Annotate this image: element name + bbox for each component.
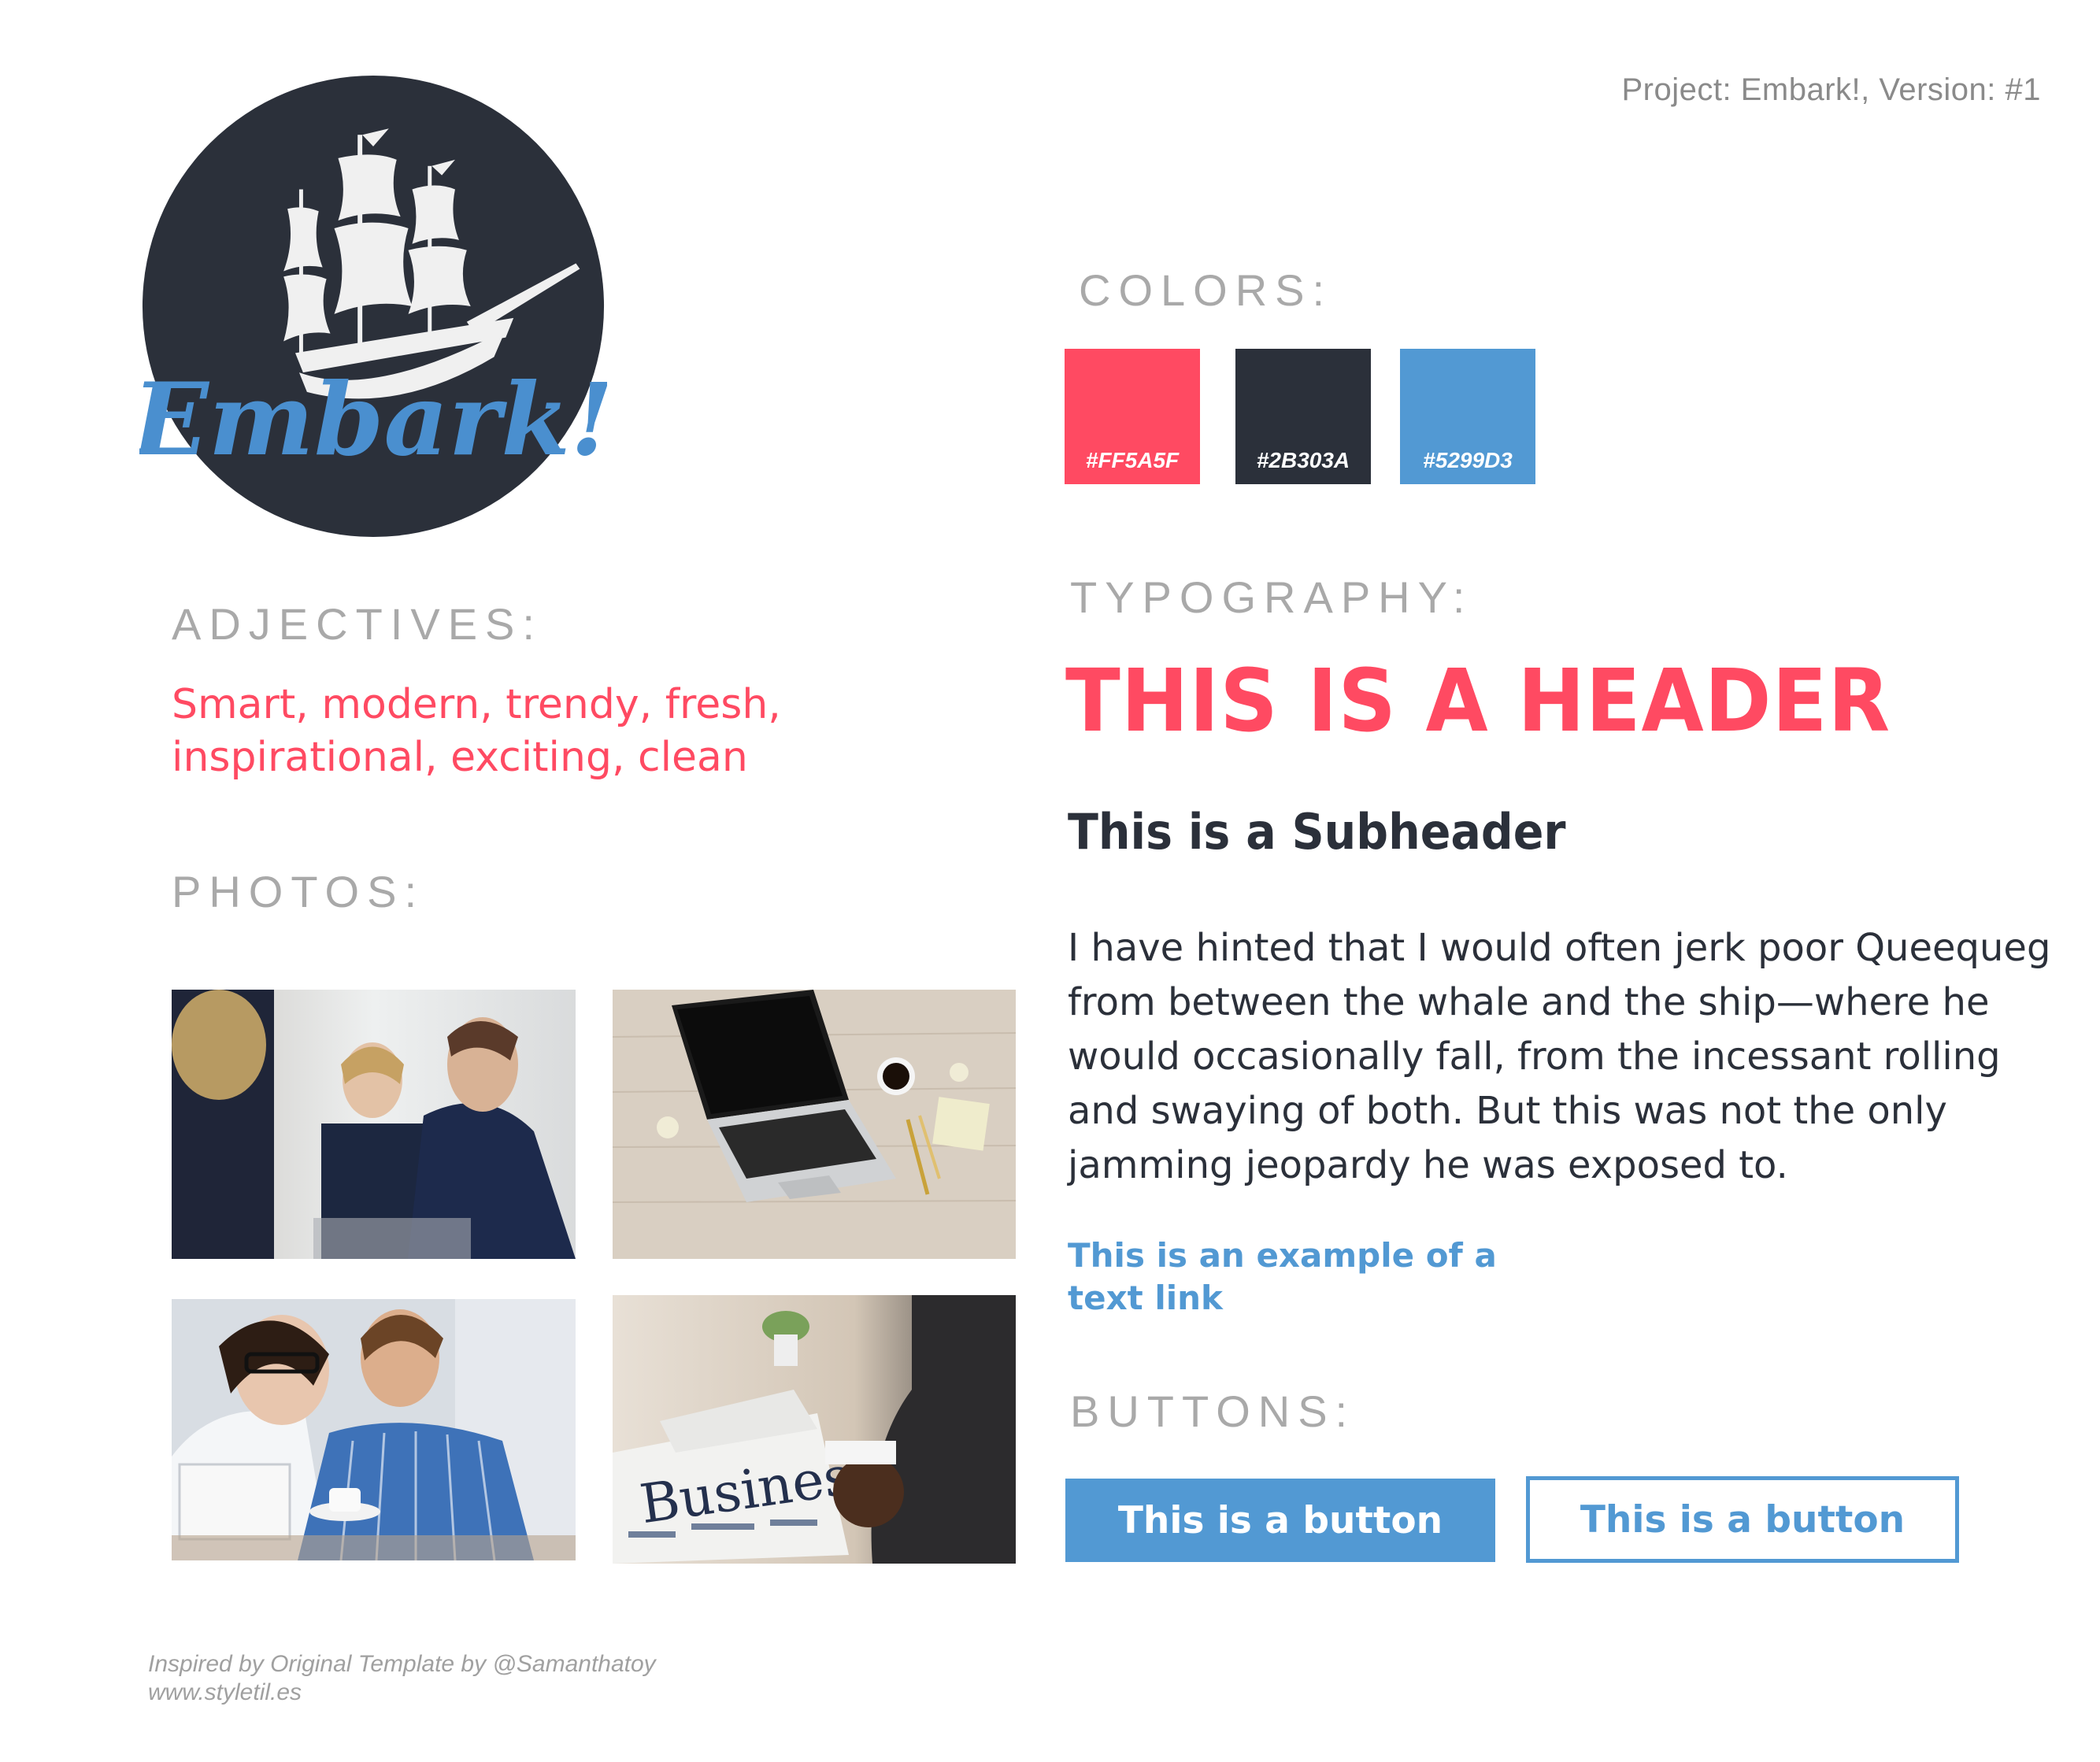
business-meeting-photo bbox=[172, 990, 576, 1259]
sample-subheader: This is a Subheader bbox=[1068, 803, 1566, 861]
buttons-label: BUTTONS: bbox=[1070, 1386, 1356, 1436]
project-label: Project: Embark!, Version: #1 bbox=[1621, 72, 2041, 107]
color-swatch-hex: #5299D3 bbox=[1423, 448, 1513, 472]
typography-label: TYPOGRAPHY: bbox=[1070, 572, 1473, 622]
sample-text-link[interactable]: This is an example of a text link bbox=[1068, 1235, 1509, 1320]
color-swatch-blue: #5299D3 bbox=[1400, 349, 1535, 484]
embark-logo: Embark! bbox=[130, 72, 614, 540]
adjectives-label: ADJECTIVES: bbox=[172, 599, 543, 649]
coworkers-laptop-photo bbox=[172, 1299, 576, 1560]
logo-wordmark: Embark! bbox=[139, 361, 607, 478]
color-swatch-coral: #FF5A5F bbox=[1065, 349, 1200, 484]
color-swatch-hex: #2B303A bbox=[1256, 448, 1350, 472]
footer-credits: Inspired by Original Template by @Samant… bbox=[148, 1650, 656, 1707]
colors-label: COLORS: bbox=[1079, 265, 1333, 315]
footer-url: www.styletil.es bbox=[148, 1679, 302, 1705]
business-newspaper-photo: Business bbox=[613, 1295, 1016, 1564]
sample-outline-button[interactable]: This is a button bbox=[1526, 1476, 1959, 1563]
photos-label: PHOTOS: bbox=[172, 867, 425, 916]
sample-body-text: I have hinted that I would often jerk po… bbox=[1068, 926, 2051, 1187]
color-swatch-dark: #2B303A bbox=[1235, 349, 1371, 484]
adjectives-text: Smart, modern, trendy, fresh, inspiratio… bbox=[172, 681, 781, 781]
color-swatch-hex: #FF5A5F bbox=[1085, 448, 1180, 472]
laptop-desk-photo bbox=[613, 990, 1016, 1259]
footer-credit-line: Inspired by Original Template by @Samant… bbox=[148, 1651, 656, 1677]
sample-header: THIS IS A HEADER bbox=[1065, 650, 1891, 751]
sample-primary-button[interactable]: This is a button bbox=[1065, 1479, 1495, 1562]
